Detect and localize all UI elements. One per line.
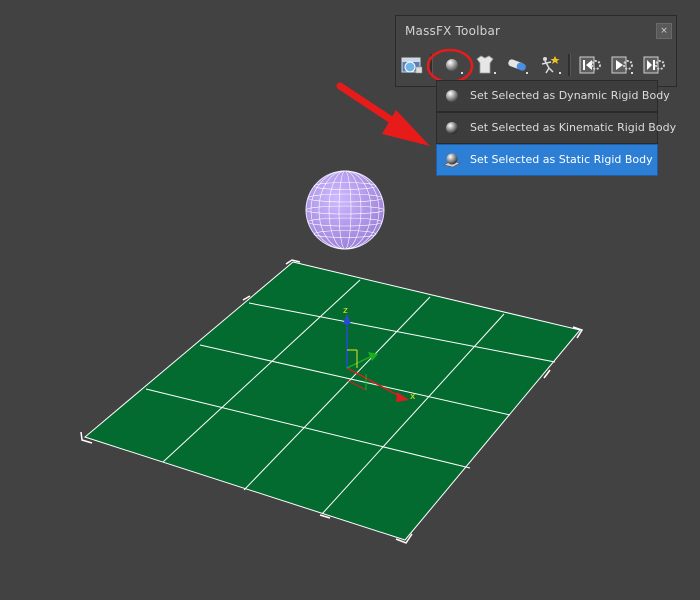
reset-simulation-icon: [579, 56, 601, 74]
menu-item-label: Set Selected as Kinematic Rigid Body: [470, 121, 677, 134]
menu-item-label: Set Selected as Dynamic Rigid Body: [470, 89, 670, 102]
start-simulation-icon: [611, 56, 633, 74]
close-button[interactable]: ×: [656, 23, 672, 39]
world-parameters-button[interactable]: [397, 52, 427, 78]
step-simulation-icon: [643, 56, 665, 74]
annotation-arrow: [336, 82, 430, 146]
menu-item-kinematic-rigid-body[interactable]: Set Selected as Kinematic Rigid Body: [436, 112, 676, 144]
constraint-icon: [508, 59, 528, 74]
static-rigid-body-icon: [443, 153, 461, 168]
step-simulation-button[interactable]: [639, 52, 669, 78]
kinematic-rigid-body-icon: [446, 122, 458, 134]
toolbar-title: MassFX Toolbar: [405, 24, 501, 38]
reset-simulation-button[interactable]: [575, 52, 605, 78]
world-parameters-icon: [401, 57, 423, 74]
axis-label-x: x: [410, 392, 416, 402]
constraint-button[interactable]: [502, 52, 532, 78]
menu-item-dynamic-rigid-body[interactable]: Set Selected as Dynamic Rigid Body: [436, 80, 670, 112]
ground-plane[interactable]: [80, 259, 584, 544]
sphere[interactable]: [305, 170, 385, 250]
ragdoll-icon: [541, 56, 561, 74]
toolbar-titlebar[interactable]: MassFX Toolbar ×: [396, 16, 676, 46]
start-simulation-button[interactable]: [607, 52, 637, 78]
axis-label-z: z: [343, 306, 348, 316]
menu-item-static-rigid-body[interactable]: Set Selected as Static Rigid Body: [436, 144, 658, 176]
ragdoll-button[interactable]: [535, 52, 565, 78]
dynamic-rigid-body-icon: [446, 90, 458, 102]
menu-item-label: Set Selected as Static Rigid Body: [470, 153, 653, 166]
